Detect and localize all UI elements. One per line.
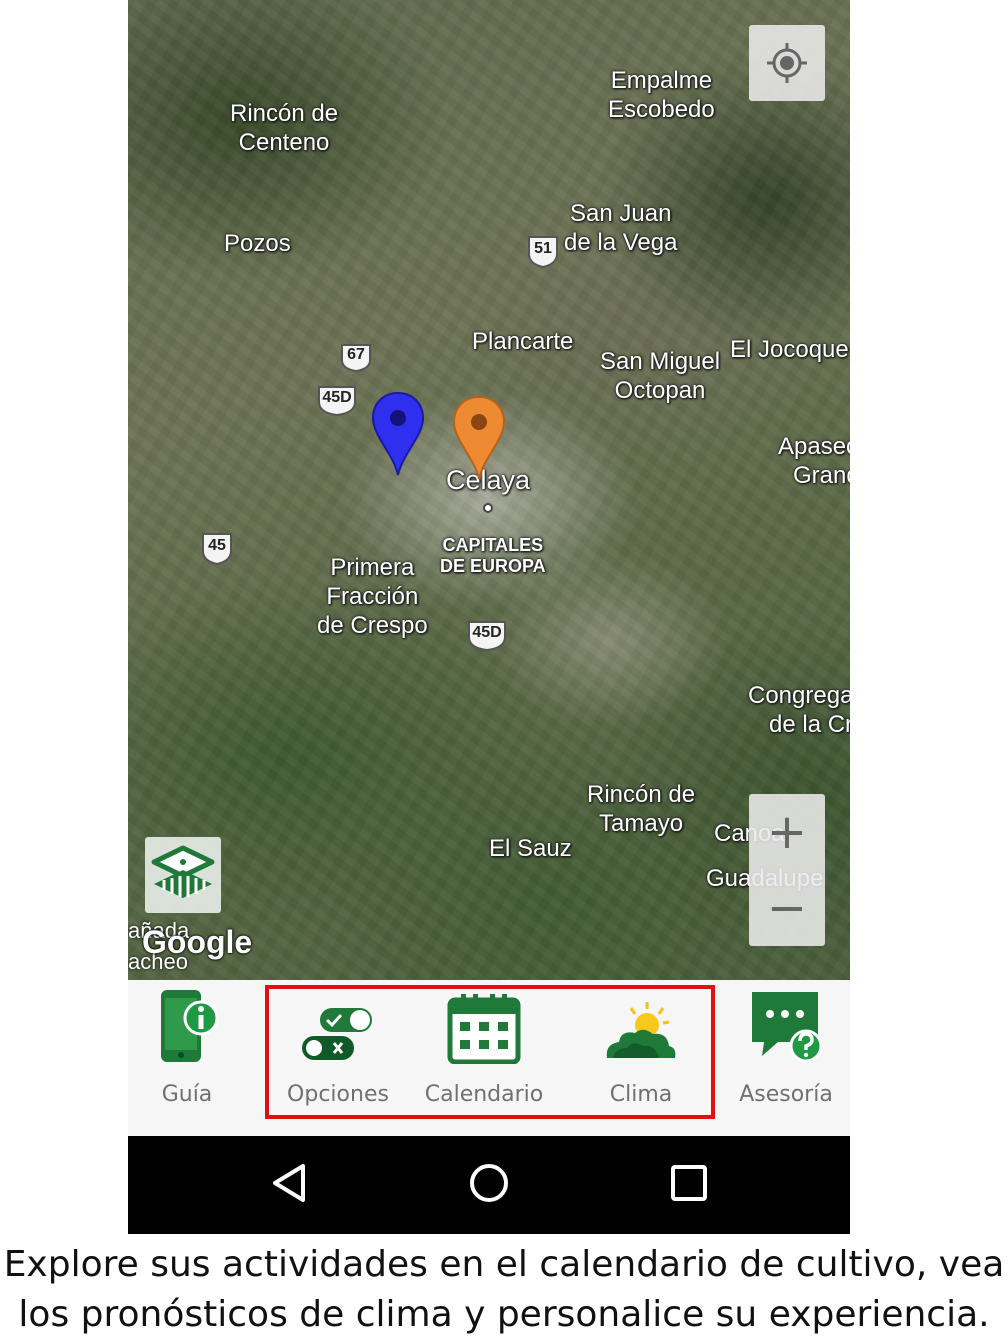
plus-icon: + xyxy=(766,804,808,860)
zoom-in-button[interactable]: + xyxy=(749,794,825,870)
tab-label: Guía xyxy=(161,1082,213,1107)
tab-label: Opciones xyxy=(287,1082,389,1107)
weather-cloud-sun-icon xyxy=(603,1000,679,1068)
place-label: Rincón de Tamayo xyxy=(587,781,696,837)
phone-info-icon xyxy=(155,988,219,1068)
satellite-map[interactable]: Rincón de Centeno Empalme Escobedo San Jua… xyxy=(128,0,850,980)
place-label: Pozos xyxy=(224,230,291,257)
caption-line: los pronósticos de clima y personalice s… xyxy=(18,1294,990,1335)
minus-icon: − xyxy=(766,880,808,936)
place-label: Rincón de Centeno xyxy=(230,100,339,156)
tab-label: Asesoría xyxy=(739,1082,833,1107)
place-label: San Juan de la Vega xyxy=(564,200,678,256)
highway-shield: 45D xyxy=(466,619,508,651)
place-label: CAPITALES DE EUROPA xyxy=(440,535,546,576)
highway-shield: 45 xyxy=(200,531,234,565)
place-label: Congrega de la Cr xyxy=(748,682,850,738)
recents-square-icon xyxy=(670,1164,708,1206)
caption-line: Explore sus actividades en el calendario… xyxy=(3,1244,1005,1285)
home-button[interactable] xyxy=(459,1160,519,1210)
tab-opciones[interactable]: Opciones xyxy=(268,980,408,1136)
tab-guia[interactable]: Guía xyxy=(128,980,246,1136)
place-label: San Miguel Octopan xyxy=(600,348,721,404)
blue-location-pin[interactable] xyxy=(371,391,425,481)
place-label: Plancarte xyxy=(472,328,574,355)
place-label: El Sauz xyxy=(489,835,572,862)
layers-icon xyxy=(150,843,216,911)
zoom-controls: + − xyxy=(749,794,825,946)
my-location-button[interactable] xyxy=(749,25,825,101)
calendar-icon xyxy=(447,992,521,1068)
map-layers-button[interactable] xyxy=(145,837,221,913)
bottom-tab-bar: Guía Opciones Calendario Clima Asesoría xyxy=(128,980,850,1136)
zoom-out-button[interactable]: − xyxy=(749,870,825,946)
crosshair-icon xyxy=(765,41,809,89)
phone-screen: Rincón de Centeno Empalme Escobedo San Jua… xyxy=(128,0,850,1234)
tab-asesoria[interactable]: Asesoría xyxy=(728,980,844,1136)
home-circle-icon xyxy=(468,1162,510,1208)
tab-label: Calendario xyxy=(424,1082,544,1107)
tab-label: Clima xyxy=(609,1082,673,1107)
place-label: El Jocoque xyxy=(730,336,849,363)
place-label: Primera Fracción de Crespo xyxy=(317,554,428,639)
toggle-switches-icon xyxy=(300,1004,376,1068)
tab-calendario[interactable]: Calendario xyxy=(414,980,554,1136)
recents-button[interactable] xyxy=(659,1160,719,1210)
orange-location-pin[interactable] xyxy=(452,395,506,485)
place-label: Empalme Escobedo xyxy=(608,67,715,123)
back-button[interactable] xyxy=(259,1160,319,1210)
back-triangle-icon xyxy=(271,1163,307,1207)
android-nav-bar xyxy=(128,1136,850,1234)
highway-shield: 51 xyxy=(526,234,560,268)
chat-help-icon xyxy=(748,988,824,1068)
place-label: ApaseoGrand xyxy=(778,433,850,489)
highway-shield: 45D xyxy=(316,384,358,416)
google-attribution: Google xyxy=(142,924,253,960)
highway-shield: 67 xyxy=(339,342,373,372)
caption-text: Explore sus actividades en el calendario… xyxy=(0,1240,1008,1340)
city-center-dot xyxy=(483,503,493,513)
tab-clima[interactable]: Clima xyxy=(571,980,711,1136)
